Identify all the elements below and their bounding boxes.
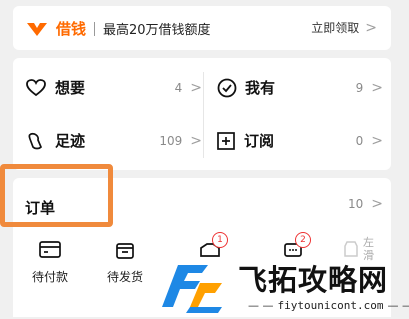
- grid-item-subscribe[interactable]: 订阅 0 >: [217, 130, 383, 151]
- column-divider: [203, 72, 204, 158]
- orders-highlight-box[interactable]: 订单: [0, 164, 113, 227]
- jiekuan-slogan: 最高20万借钱额度: [103, 23, 211, 38]
- order-item-pending-payment[interactable]: 待付款: [28, 240, 72, 285]
- grid-item-footprint[interactable]: 足迹 109 >: [26, 130, 202, 151]
- box-icon: [115, 240, 135, 260]
- badge: 2: [295, 232, 311, 248]
- grid-item-want[interactable]: 想要 4 >: [26, 77, 202, 98]
- heart-icon: [26, 78, 46, 97]
- watermark-title: 飞拓攻略网: [238, 263, 389, 297]
- grid-item-owned[interactable]: 我有 9 >: [217, 77, 383, 98]
- chevron-right-icon: >: [190, 132, 202, 149]
- order-item-label: 待付款: [31, 270, 68, 284]
- chevron-right-icon: >: [371, 196, 383, 212]
- owned-count: 9: [355, 80, 364, 95]
- collection-grid-card: 想要 4 > 我有 9 > 足迹 109 > 订阅 0 >: [13, 58, 391, 170]
- owned-label: 我有: [245, 79, 276, 97]
- wallet-icon: [39, 240, 61, 260]
- jiekuan-card[interactable]: 借钱 最高20万借钱额度 立即领取 >: [13, 6, 391, 50]
- plus-square-icon: [217, 131, 235, 150]
- check-circle-icon: [217, 78, 237, 98]
- watermark-logo-icon: [160, 259, 230, 319]
- orders-count: 10: [347, 197, 364, 211]
- chevron-right-icon: >: [365, 19, 377, 36]
- brand-logo-icon: [24, 20, 50, 38]
- divider: [94, 21, 96, 36]
- order-item-pending-shipment[interactable]: 待发货: [103, 240, 147, 285]
- footprint-count: 109: [159, 133, 183, 148]
- chevron-right-icon: >: [371, 79, 383, 96]
- subscribe-count: 0: [355, 133, 364, 148]
- footprint-label: 足迹: [55, 132, 86, 150]
- chevron-right-icon: >: [190, 79, 202, 96]
- watermark-url: fiytounicont.com: [277, 299, 384, 312]
- order-item-label: 待发货: [106, 270, 143, 284]
- want-count: 4: [174, 80, 183, 95]
- watermark-url-line: — — fiytounicont.com — —: [248, 299, 409, 312]
- claim-label: 立即领取: [311, 21, 360, 35]
- claim-link[interactable]: 立即领取 >: [311, 19, 377, 36]
- badge: 1: [212, 232, 228, 248]
- orders-title: 订单: [25, 199, 56, 217]
- refresh-icon: [343, 240, 359, 258]
- chevron-right-icon: >: [371, 132, 383, 149]
- subscribe-label: 订阅: [244, 132, 275, 150]
- watermark: 飞拓攻略网 — — fiytounicont.com — —: [160, 257, 409, 317]
- jiekuan-brand: 借钱: [56, 20, 87, 38]
- footprint-icon: [26, 131, 46, 151]
- want-label: 想要: [55, 79, 86, 97]
